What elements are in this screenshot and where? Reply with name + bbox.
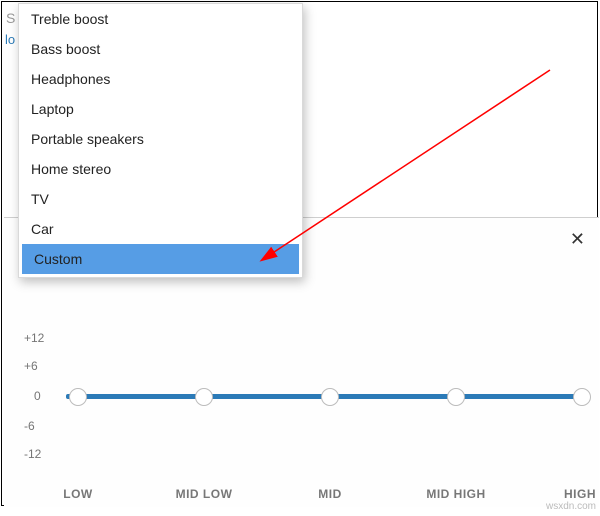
y-tick-label: +6 [24, 359, 38, 373]
truncated-link-fragment: lo [5, 32, 15, 47]
preset-item-portable-speakers[interactable]: Portable speakers [19, 124, 302, 154]
preset-item-laptop[interactable]: Laptop [19, 94, 302, 124]
band-label: MID LOW [176, 487, 233, 501]
band-label: MID [318, 487, 342, 501]
eq-slider-midlow[interactable] [195, 388, 213, 406]
preset-item-headphones[interactable]: Headphones [19, 64, 302, 94]
preset-item-tv[interactable]: TV [19, 184, 302, 214]
y-tick-label: 0 [34, 389, 41, 403]
preset-label: Home stereo [31, 161, 111, 177]
equalizer-chart: +12 +6 0 -6 -12 LOW MID LOW MID MID HIGH… [10, 328, 593, 503]
close-icon[interactable]: ✕ [570, 230, 585, 248]
preset-item-custom[interactable]: Custom [22, 244, 299, 274]
eq-slider-midhigh[interactable] [447, 388, 465, 406]
band-label: LOW [63, 487, 93, 501]
preset-label: TV [31, 191, 49, 207]
eq-slider-high[interactable] [573, 388, 591, 406]
y-tick-label: -12 [24, 447, 41, 461]
eq-slider-low[interactable] [69, 388, 87, 406]
y-tick-label: -6 [24, 419, 35, 433]
preset-label: Treble boost [31, 11, 108, 27]
preset-label: Custom [34, 251, 82, 267]
eq-slider-mid[interactable] [321, 388, 339, 406]
preset-item-bass-boost[interactable]: Bass boost [19, 34, 302, 64]
preset-label: Portable speakers [31, 131, 144, 147]
truncated-letter: S [6, 10, 15, 26]
band-label: HIGH [564, 487, 596, 501]
y-tick-label: +12 [24, 331, 44, 345]
preset-dropdown[interactable]: Treble boost Bass boost Headphones Lapto… [18, 3, 303, 278]
preset-item-car[interactable]: Car [19, 214, 302, 244]
band-label: MID HIGH [426, 487, 485, 501]
preset-item-home-stereo[interactable]: Home stereo [19, 154, 302, 184]
preset-label: Headphones [31, 71, 110, 87]
watermark: wsxdn.com [546, 501, 596, 512]
window-frame: S lo ✕ +12 +6 0 -6 -12 LOW MID LOW MID M… [1, 1, 598, 506]
preset-label: Car [31, 221, 54, 237]
preset-item-treble-boost[interactable]: Treble boost [19, 4, 302, 34]
preset-label: Laptop [31, 101, 74, 117]
preset-label: Bass boost [31, 41, 100, 57]
